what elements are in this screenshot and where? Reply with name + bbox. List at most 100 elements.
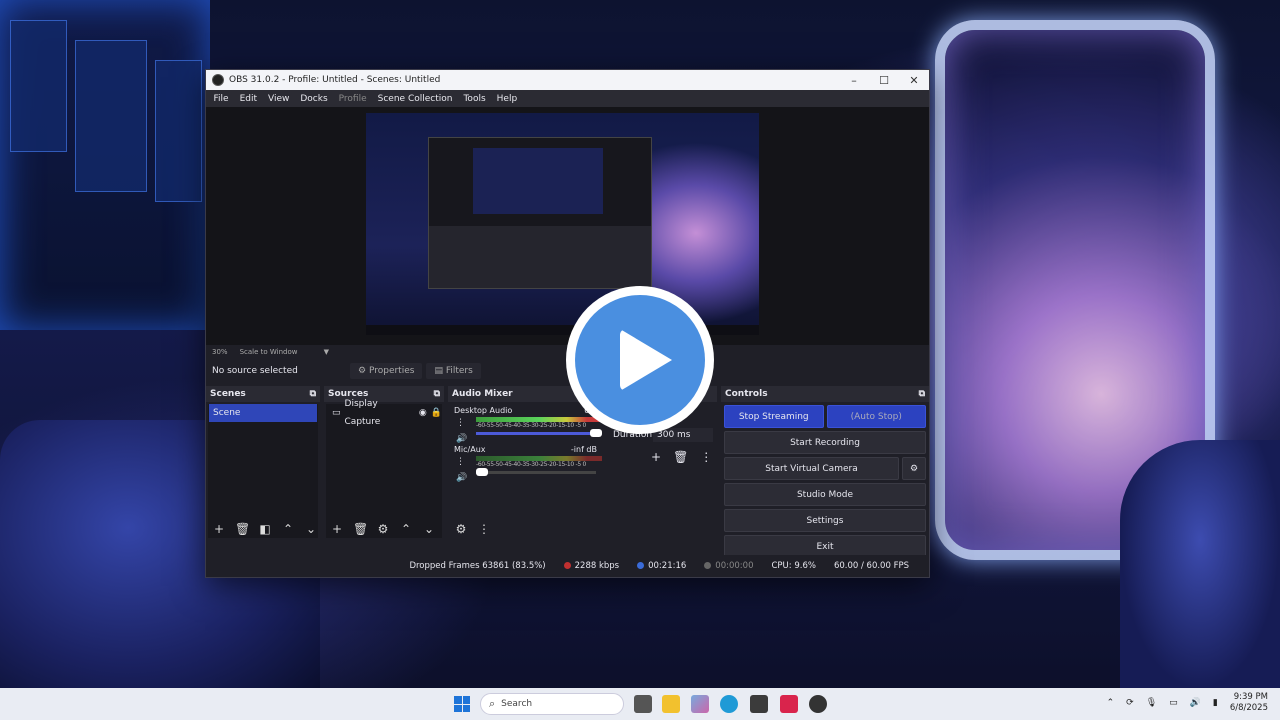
stream-icon — [637, 562, 645, 569]
chevron-up-icon[interactable]: ⌃ — [1107, 698, 1115, 708]
menu-bar: File Edit View Docks Profile Scene Colle… — [206, 90, 929, 107]
signal-icon — [563, 562, 571, 569]
dropped-frames: Dropped Frames 63861 (83.5%) — [409, 561, 546, 571]
system-tray: ⌃ ⟳ 🎙 ▭ 🔊 ▮ 9:39 PM 6/8/2025 — [1107, 692, 1268, 714]
clock[interactable]: 9:39 PM 6/8/2025 — [1230, 692, 1268, 714]
gear-icon: ⚙ — [358, 366, 367, 376]
windows-start-icon[interactable] — [454, 696, 470, 712]
zoom-level: 30% — [212, 348, 228, 356]
minimize-button[interactable]: – — [839, 74, 869, 87]
gear-icon[interactable]: ⚙ — [454, 522, 468, 536]
menu-file[interactable]: File — [208, 94, 234, 104]
copilot-icon[interactable] — [691, 695, 709, 713]
undock-icon[interactable]: ⧉ — [310, 389, 316, 399]
gear-icon[interactable]: ⚙ — [902, 457, 926, 480]
obs-logo-icon — [212, 74, 224, 86]
speaker-icon[interactable]: 🔊 — [456, 473, 467, 483]
kebab-icon[interactable]: ⋮ — [477, 522, 491, 536]
arrow-up-icon[interactable]: ⌃ — [281, 522, 295, 536]
kebab-icon[interactable]: ⋮ — [456, 457, 465, 467]
battery-icon[interactable]: ▮ — [1213, 698, 1218, 708]
menu-tools[interactable]: Tools — [458, 94, 491, 104]
arrow-up-icon[interactable]: ⌃ — [399, 522, 413, 536]
task-view-icon[interactable] — [634, 695, 652, 713]
network-icon[interactable]: ▭ — [1169, 698, 1178, 708]
preview-canvas[interactable] — [206, 107, 929, 345]
search-placeholder: Search — [501, 699, 533, 709]
channel-level: -inf dB — [570, 445, 597, 454]
kebab-icon[interactable]: ⋮ — [456, 418, 465, 428]
volume-icon[interactable]: 🔊 — [1190, 698, 1201, 708]
add-icon[interactable]: + — [212, 522, 226, 536]
mixer-channel: Mic/Aux -inf dB ⋮ -60-55-50-45-40-35-30-… — [450, 443, 602, 483]
settings-button[interactable]: Settings — [724, 509, 926, 532]
scale-mode-select[interactable]: Scale to Window — [240, 348, 298, 356]
title-bar[interactable]: OBS 31.0.2 - Profile: Untitled - Scenes:… — [206, 70, 929, 90]
scenes-dock: Scenes ⧉ Scene + 🗑 ◧ ⌃ ⌄ — [206, 386, 320, 551]
add-icon[interactable]: + — [651, 450, 661, 464]
status-bar: Dropped Frames 63861 (83.5%) 2288 kbps 0… — [206, 555, 929, 577]
channel-name: Desktop Audio — [454, 406, 513, 415]
volume-slider[interactable] — [476, 429, 602, 437]
trash-icon[interactable]: 🗑 — [353, 522, 368, 536]
filter-icon: ▤ — [434, 366, 443, 376]
no-source-label: No source selected — [212, 366, 298, 376]
start-recording-button[interactable]: Start Recording — [724, 431, 926, 454]
scene-item[interactable]: Scene — [209, 404, 317, 422]
app-icon[interactable] — [780, 695, 798, 713]
filter-icon[interactable]: ◧ — [258, 522, 272, 536]
mixer-title: Audio Mixer — [452, 389, 513, 399]
chevron-down-icon[interactable]: ▼ — [324, 348, 329, 356]
auto-stop-button[interactable]: (Auto Stop) — [826, 405, 926, 428]
undock-icon[interactable]: ⧉ — [919, 389, 925, 399]
taskbar-search[interactable]: ⌕ Search — [480, 693, 624, 715]
sources-dock: Sources ⧉ ▭ Display Capture ◉ 🔒 + 🗑 ⚙ ⌃ ⌄ — [324, 386, 444, 551]
undock-icon[interactable]: ⧉ — [434, 389, 440, 399]
stop-streaming-button[interactable]: Stop Streaming — [724, 405, 824, 428]
menu-edit[interactable]: Edit — [234, 94, 262, 104]
arrow-down-icon[interactable]: ⌄ — [422, 522, 436, 536]
menu-docks[interactable]: Docks — [295, 94, 333, 104]
properties-button[interactable]: ⚙ Properties — [350, 363, 423, 379]
rec-time: 00:00:00 — [704, 561, 753, 571]
sync-icon[interactable]: ⟳ — [1126, 698, 1134, 708]
menu-help[interactable]: Help — [491, 94, 523, 104]
audio-mixer-dock: Audio Mixer Desktop Audio 0.0 ⋮ -60-55-5… — [448, 386, 603, 551]
controls-dock: Controls ⧉ Stop Streaming (Auto Stop) Sta… — [721, 386, 929, 558]
kebab-icon[interactable]: ⋮ — [700, 450, 712, 464]
docks-area: Scenes ⧉ Scene + 🗑 ◧ ⌃ ⌄ Sources ⧉ ▭ Displ… — [206, 386, 929, 558]
taskbar: ⌕ Search ⌃ ⟳ 🎙 ▭ 🔊 ▮ 9:39 PM 6/8/2025 — [0, 688, 1280, 720]
bitrate: 2288 kbps — [563, 561, 619, 571]
eye-icon[interactable]: ◉ — [419, 404, 427, 422]
add-icon[interactable]: + — [330, 522, 344, 536]
start-virtual-camera-button[interactable]: Start Virtual Camera — [724, 457, 899, 480]
gear-icon[interactable]: ⚙ — [376, 522, 390, 536]
clock-time: 9:39 PM — [1233, 692, 1268, 702]
volume-slider[interactable] — [476, 468, 596, 476]
scenes-title: Scenes — [210, 389, 246, 399]
menu-scene-collection[interactable]: Scene Collection — [372, 94, 458, 104]
play-button[interactable] — [566, 286, 714, 434]
menu-view[interactable]: View — [263, 94, 295, 104]
trash-icon[interactable]: 🗑 — [235, 522, 250, 536]
obs-taskbar-icon[interactable] — [809, 695, 827, 713]
filters-button[interactable]: ▤ Filters — [426, 363, 481, 379]
fps-readout: 60.00 / 60.00 FPS — [833, 561, 909, 571]
arrow-down-icon[interactable]: ⌄ — [304, 522, 318, 536]
trash-icon[interactable]: 🗑 — [673, 450, 688, 464]
menu-profile[interactable]: Profile — [333, 94, 372, 104]
file-explorer-icon[interactable] — [662, 695, 680, 713]
close-button[interactable]: ✕ — [899, 74, 929, 87]
lock-icon[interactable]: 🔒 — [431, 404, 442, 422]
microphone-icon[interactable]: 🎙 — [1146, 698, 1157, 708]
obs-window: OBS 31.0.2 - Profile: Untitled - Scenes:… — [205, 69, 930, 578]
background-pillow — [1120, 440, 1280, 690]
play-icon — [620, 329, 672, 391]
maximize-button[interactable]: ☐ — [869, 74, 899, 87]
studio-mode-button[interactable]: Studio Mode — [724, 483, 926, 506]
store-icon[interactable] — [750, 695, 768, 713]
source-item[interactable]: ▭ Display Capture ◉ 🔒 — [326, 399, 442, 427]
record-icon — [704, 562, 712, 569]
stream-time: 00:21:16 — [637, 561, 686, 571]
edge-icon[interactable] — [720, 695, 738, 713]
